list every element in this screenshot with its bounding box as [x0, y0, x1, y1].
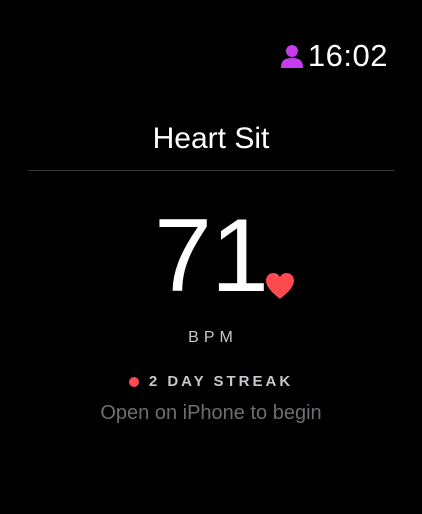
- status-bar: 16:02: [280, 38, 388, 74]
- streak-dot-icon: [128, 377, 139, 387]
- heart-icon: [265, 272, 295, 300]
- open-on-iphone-hint: Open on iPhone to begin: [100, 402, 322, 424]
- heart-rate-value: 71: [154, 198, 269, 314]
- person-icon: [280, 42, 304, 70]
- title-divider: [28, 170, 394, 171]
- streak-label: 2 DAY STREAK: [148, 373, 294, 390]
- streak-indicator: 2 DAY STREAK: [0, 372, 422, 392]
- clock-time: 16:02: [307, 38, 388, 73]
- app-title: Heart Sit: [152, 122, 270, 155]
- bpm-unit-label: BPM: [188, 329, 238, 346]
